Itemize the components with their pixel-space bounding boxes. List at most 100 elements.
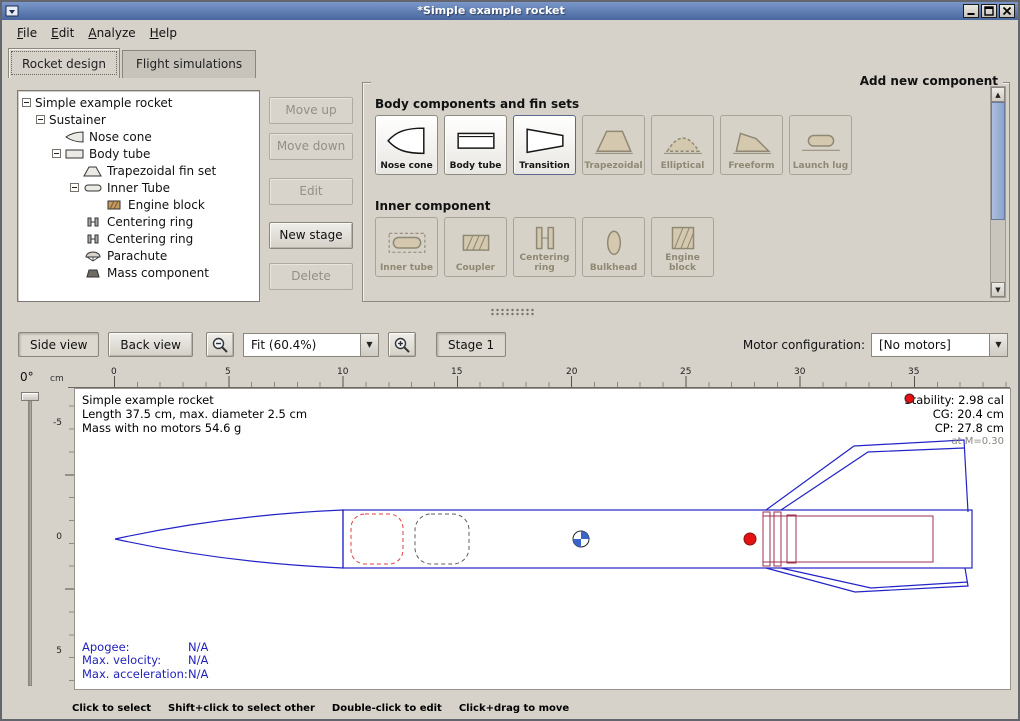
menu-help[interactable]: Help xyxy=(143,23,184,43)
add-freeform-fin-button[interactable]: Freeform xyxy=(720,115,783,175)
hint-click-select: Click to select xyxy=(72,703,151,714)
tree-item-rocket[interactable]: Simple example rocket xyxy=(18,94,259,111)
centering-ring-icon xyxy=(83,233,103,245)
titlebar[interactable]: *Simple example rocket xyxy=(2,2,1018,20)
add-centering-ring-button[interactable]: Centering ring xyxy=(513,217,576,277)
ruler-tick-label: 15 xyxy=(451,367,462,377)
add-transition-button[interactable]: Transition xyxy=(513,115,576,175)
tree-item-fin-set[interactable]: Trapezoidal fin set xyxy=(18,162,259,179)
rotation-slider-track[interactable] xyxy=(28,394,32,686)
move-down-button[interactable]: Move down xyxy=(269,133,353,160)
add-body-tube-button[interactable]: Body tube xyxy=(444,115,507,175)
add-inner-tube-button[interactable]: Inner tube xyxy=(375,217,438,277)
add-trapezoidal-fin-button[interactable]: Trapezoidal xyxy=(582,115,645,175)
close-button[interactable] xyxy=(999,4,1015,18)
move-up-button[interactable]: Move up xyxy=(269,97,353,124)
ruler-tick-label: -5 xyxy=(48,418,62,428)
chevron-down-icon[interactable]: ▼ xyxy=(989,334,1007,356)
elliptical-fin-icon xyxy=(662,120,704,162)
body-tube-icon xyxy=(455,120,497,162)
stability-value: Stability: 2.98 cal xyxy=(904,393,1004,407)
component-button-label: Inner tube xyxy=(379,264,434,276)
add-component-panel: Add new component Body components and fi… xyxy=(362,82,1010,302)
panel-title: Add new component xyxy=(371,74,1003,88)
collapse-icon[interactable] xyxy=(22,98,31,107)
inner-section-label: Inner component xyxy=(375,199,490,213)
component-button-label: Elliptical xyxy=(660,162,706,174)
component-button-label: Freeform xyxy=(727,162,775,174)
collapse-icon[interactable] xyxy=(36,115,45,124)
nose-cone-icon xyxy=(386,120,428,162)
menu-edit[interactable]: Edit xyxy=(44,23,81,43)
add-launch-lug-button[interactable]: Launch lug xyxy=(789,115,852,175)
new-stage-button[interactable]: New stage xyxy=(269,222,353,249)
add-bulkhead-button[interactable]: Bulkhead xyxy=(582,217,645,277)
rocket-view-panel: 0° cm 0 5 10 15 20 25 30 35 -5 0 5 xyxy=(8,364,1015,696)
rotation-slider-handle[interactable] xyxy=(21,392,39,401)
engine-block-icon xyxy=(104,199,124,211)
max-velocity-value: N/A xyxy=(188,654,208,668)
tree-item-label: Nose cone xyxy=(89,130,152,144)
rocket-dimensions: Length 37.5 cm, max. diameter 2.5 cm xyxy=(82,407,307,421)
zoom-select[interactable]: Fit (60.4%) ▼ xyxy=(243,333,379,357)
rocket-info: Simple example rocket Length 37.5 cm, ma… xyxy=(82,393,307,435)
tab-flight-simulations[interactable]: Flight simulations xyxy=(122,50,256,78)
tree-item-sustainer[interactable]: Sustainer xyxy=(18,111,259,128)
delete-button[interactable]: Delete xyxy=(269,263,353,290)
tree-item-mass-component[interactable]: Mass component xyxy=(18,264,259,281)
splitter-handle[interactable] xyxy=(490,308,534,317)
rocket-mass: Mass with no motors 54.6 g xyxy=(82,421,307,435)
collapse-icon[interactable] xyxy=(52,149,61,158)
scrollbar-thumb[interactable] xyxy=(991,102,1005,220)
tree-item-label: Sustainer xyxy=(49,113,106,127)
component-button-label: Trapezoidal xyxy=(583,162,643,174)
menu-file[interactable]: File xyxy=(10,23,44,43)
motor-configuration-select[interactable]: [No motors] ▼ xyxy=(871,333,1008,357)
tree-item-inner-tube[interactable]: Inner Tube xyxy=(18,179,259,196)
tree-item-centering-ring-2[interactable]: Centering ring xyxy=(18,230,259,247)
parachute-icon xyxy=(83,250,103,262)
button-label: Delete xyxy=(291,269,330,283)
maximize-button[interactable] xyxy=(981,4,997,18)
tree-item-label: Engine block xyxy=(128,198,205,212)
tab-rocket-design[interactable]: Rocket design xyxy=(8,48,120,78)
window-controls xyxy=(963,4,1015,18)
tree-item-label: Trapezoidal fin set xyxy=(107,164,216,178)
add-engine-block-button[interactable]: Engine block xyxy=(651,217,714,277)
add-elliptical-fin-button[interactable]: Elliptical xyxy=(651,115,714,175)
minimize-button[interactable] xyxy=(963,4,979,18)
edit-button[interactable]: Edit xyxy=(269,178,353,205)
trapezoidal-fin-icon xyxy=(593,120,635,162)
scrollbar-track[interactable]: ▲ ▼ xyxy=(990,86,1006,298)
scrollbar-down-button[interactable]: ▼ xyxy=(991,282,1005,297)
add-nose-cone-button[interactable]: Nose cone xyxy=(375,115,438,175)
ruler-tick-label: 0 xyxy=(48,532,62,542)
tree-item-nose-cone[interactable]: Nose cone xyxy=(18,128,259,145)
scrollbar-up-button[interactable]: ▲ xyxy=(991,87,1005,102)
tree-item-engine-block[interactable]: Engine block xyxy=(18,196,259,213)
tree-item-centering-ring-1[interactable]: Centering ring xyxy=(18,213,259,230)
engine-block-icon xyxy=(662,222,704,254)
ruler-tick-label: 5 xyxy=(225,367,231,377)
collapse-icon[interactable] xyxy=(70,183,79,192)
stage-1-toggle[interactable]: Stage 1 xyxy=(436,332,506,357)
zoom-in-button[interactable] xyxy=(388,332,416,357)
zoom-out-button[interactable] xyxy=(206,332,234,357)
ruler-unit-label: cm xyxy=(50,374,64,384)
window-menu-icon[interactable] xyxy=(5,5,19,17)
add-coupler-button[interactable]: Coupler xyxy=(444,217,507,277)
back-view-button[interactable]: Back view xyxy=(108,332,193,357)
tree-item-label: Centering ring xyxy=(107,215,193,229)
tree-item-body-tube[interactable]: Body tube xyxy=(18,145,259,162)
status-bar: Click to select Shift+click to select ot… xyxy=(2,698,1018,719)
rocket-canvas[interactable]: Simple example rocket Length 37.5 cm, ma… xyxy=(74,388,1011,690)
chevron-down-icon[interactable]: ▼ xyxy=(360,334,378,356)
menu-analyze[interactable]: Analyze xyxy=(81,23,142,43)
tree-item-parachute[interactable]: Parachute xyxy=(18,247,259,264)
component-tree[interactable]: Simple example rocket Sustainer Nose con… xyxy=(17,90,260,302)
motor-configuration-value: [No motors] xyxy=(872,334,989,356)
component-button-label: Centering ring xyxy=(514,254,575,276)
minimize-icon xyxy=(966,6,976,16)
side-view-button[interactable]: Side view xyxy=(18,332,99,357)
centering-ring-icon xyxy=(524,222,566,254)
